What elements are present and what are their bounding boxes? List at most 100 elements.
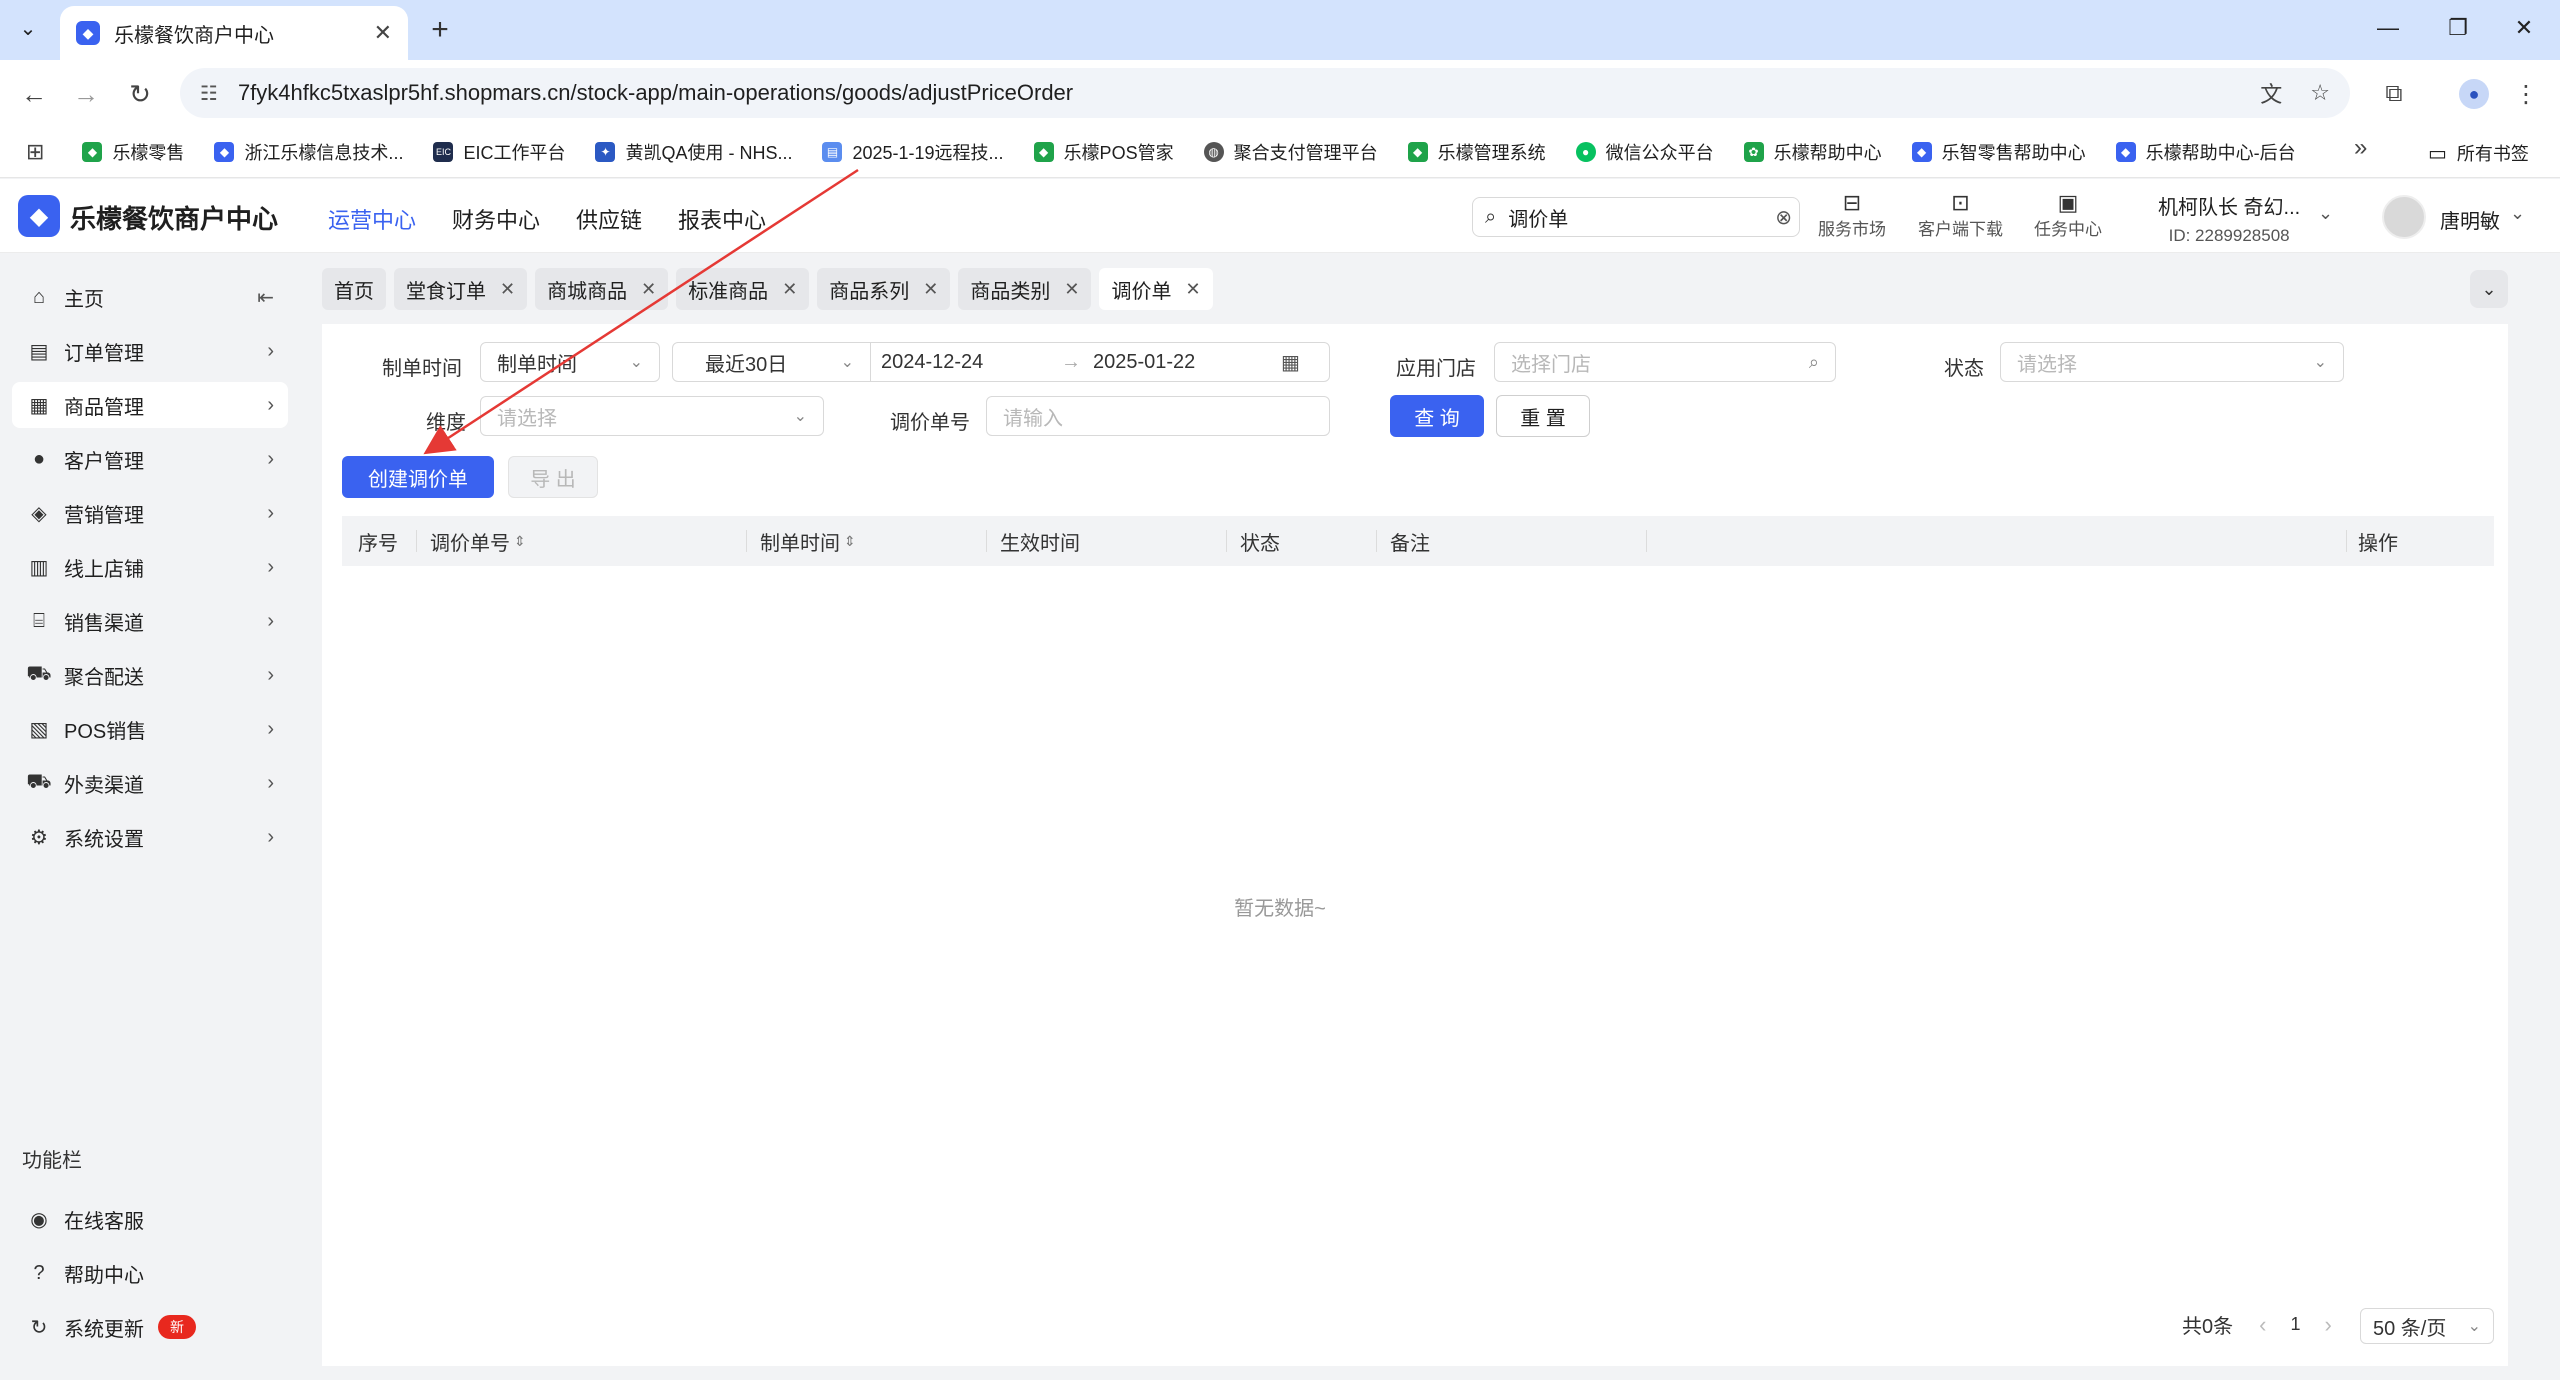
sidebar-item-online-store[interactable]: ▥ 线上店铺 › [12, 544, 288, 590]
sidebar-item-takeaway[interactable]: ⛟ 外卖渠道 › [12, 760, 288, 806]
tabs-menu-chevron-icon[interactable]: ⌄ [2470, 270, 2508, 308]
bookmark-6[interactable]: ◍ 聚合支付管理平台 [1203, 139, 1378, 165]
delivery-icon: ⛟ [26, 770, 52, 793]
sidebar-item-settings[interactable]: ⚙ 系统设置 › [12, 814, 288, 860]
topnav-reports[interactable]: 报表中心 [678, 203, 766, 235]
tab-search-chevron-icon[interactable]: ⌄ [10, 10, 46, 46]
username[interactable]: 唐明敏 [2440, 205, 2500, 234]
profile-icon[interactable]: ● [2454, 74, 2494, 114]
chevron-down-icon[interactable]: ⌄ [2510, 203, 2525, 224]
tab-standard-goods[interactable]: 标准商品 ✕ [676, 268, 810, 310]
topnav-operations[interactable]: 运营中心 [328, 203, 416, 235]
close-icon[interactable]: ✕ [641, 279, 656, 300]
back-arrow-icon[interactable]: ← [14, 74, 54, 114]
bookmark-star-icon[interactable]: ☆ [2310, 80, 2330, 106]
menu-search-input[interactable] [1506, 204, 1776, 230]
tab-dine-in-orders[interactable]: 堂食订单 ✕ [394, 268, 528, 310]
tab-mall-goods[interactable]: 商城商品 ✕ [535, 268, 669, 310]
bookmark-2[interactable]: EIC EIC工作平台 [433, 139, 565, 165]
reset-button[interactable]: 重 置 [1496, 395, 1590, 437]
next-page-icon[interactable]: › [2324, 1312, 2331, 1338]
omnibox[interactable]: ☷ 7fyk4hfkc5txaslpr5hf.shopmars.cn/stock… [180, 68, 2350, 118]
sort-icon[interactable]: ⇕ [844, 533, 856, 550]
date-start[interactable]: 2024-12-24 [881, 351, 1061, 374]
sidebar-item-pos[interactable]: ▧ POS销售 › [12, 706, 288, 752]
sort-icon[interactable]: ⇕ [514, 533, 526, 550]
calendar-icon[interactable]: ▦ [1281, 350, 1300, 375]
bookmark-3[interactable]: ✦ 黄凯QA使用 - NHS... [595, 139, 792, 165]
create-time-type-select[interactable]: 制单时间 ⌄ [480, 342, 660, 382]
tab-goods-category[interactable]: 商品类别 ✕ [958, 268, 1092, 310]
sidebar-item-delivery[interactable]: ⛟ 聚合配送 › [12, 652, 288, 698]
close-icon[interactable]: ✕ [1185, 279, 1200, 300]
task-center-button[interactable]: ▣ 任务中心 [2034, 191, 2102, 240]
store-select[interactable]: 选择门店 ⌕ [1494, 342, 1836, 382]
close-icon[interactable]: ✕ [500, 279, 515, 300]
sidebar-item-sales-channels[interactable]: ⌸ 销售渠道 › [12, 598, 288, 644]
order-no-input[interactable]: 请输入 [986, 396, 1330, 436]
tab-price-adjust[interactable]: 调价单 ✕ [1099, 268, 1213, 310]
sidebar-item-customers[interactable]: ● 客户管理 › [12, 436, 288, 482]
url-text[interactable]: 7fyk4hfkc5txaslpr5hf.shopmars.cn/stock-a… [238, 80, 2232, 106]
close-icon[interactable]: ✕ [374, 20, 392, 46]
chevron-down-icon[interactable]: ⌄ [2318, 203, 2333, 224]
prev-page-icon[interactable]: ‹ [2259, 1312, 2266, 1338]
bookmark-11[interactable]: ◆ 乐檬帮助中心-后台 [2115, 139, 2296, 165]
avatar[interactable] [2382, 195, 2426, 239]
close-icon[interactable]: ✕ [923, 279, 938, 300]
service-market-button[interactable]: ⊟ 服务市场 [1818, 191, 1886, 240]
sidebar-item-home[interactable]: ⌂ 主页 ⇤ [12, 274, 288, 320]
query-button[interactable]: 查 询 [1390, 395, 1484, 437]
bookmark-9[interactable]: ✿ 乐檬帮助中心 [1743, 139, 1882, 165]
reload-icon[interactable]: ↻ [120, 74, 160, 114]
collapse-sidebar-icon[interactable]: ⇤ [257, 285, 274, 310]
close-icon[interactable]: ✕ [782, 279, 797, 300]
menu-search-box[interactable]: ⌕ ⊗ [1472, 197, 1800, 237]
bookmark-4[interactable]: ▤ 2025-1-19远程技... [822, 139, 1004, 165]
date-range-picker[interactable]: 最近30日 ⌄ 2024-12-24 → 2025-01-22 ▦ [672, 342, 1330, 382]
topnav-finance[interactable]: 财务中心 [452, 203, 540, 235]
window-close-icon[interactable]: ✕ [2494, 8, 2554, 48]
translate-icon[interactable]: 文 [2260, 77, 2282, 109]
bookmark-0[interactable]: ◆ 乐檬零售 [82, 139, 184, 165]
sidebar-item-orders[interactable]: ▤ 订单管理 › [12, 328, 288, 374]
dimension-select[interactable]: 请选择 ⌄ [480, 396, 824, 436]
extensions-icon[interactable]: ⧉ [2374, 74, 2414, 114]
tab-goods-series[interactable]: 商品系列 ✕ [817, 268, 951, 310]
sidebar-item-help[interactable]: ? 帮助中心 [12, 1250, 288, 1296]
bookmark-5[interactable]: ◆ 乐檬POS管家 [1033, 139, 1174, 165]
date-end[interactable]: 2025-01-22 [1093, 351, 1273, 374]
bookmark-8[interactable]: ● 微信公众平台 [1575, 139, 1714, 165]
close-icon[interactable]: ✕ [1064, 279, 1079, 300]
new-tab-plus-icon[interactable]: + [422, 12, 458, 48]
minimize-icon[interactable]: — [2358, 8, 2418, 48]
col-create-time[interactable]: 制单时间 ⇕ [760, 516, 856, 566]
sidebar-item-goods[interactable]: ▦ 商品管理 › [12, 382, 288, 428]
more-bookmarks-icon[interactable]: » [2354, 134, 2367, 162]
page-size-select[interactable]: 50 条/页 ⌄ [2360, 1308, 2494, 1344]
clear-search-icon[interactable]: ⊗ [1775, 205, 1792, 230]
page-number[interactable]: 1 [2290, 1314, 2300, 1335]
sidebar-item-marketing[interactable]: ◈ 营销管理 › [12, 490, 288, 536]
bookmark-7[interactable]: ◆ 乐檬管理系统 [1407, 139, 1546, 165]
forward-arrow-icon[interactable]: → [66, 74, 106, 114]
client-download-button[interactable]: ⊡ 客户端下载 [1918, 191, 2003, 240]
tab-home[interactable]: 首页 [322, 268, 386, 310]
bookmark-1[interactable]: ◆ 浙江乐檬信息技术... [214, 139, 403, 165]
all-bookmarks[interactable]: ▭ 所有书签 [2428, 140, 2529, 166]
export-button[interactable]: 导 出 [508, 456, 598, 498]
browser-menu-icon[interactable]: ⋮ [2506, 74, 2546, 114]
sidebar-item-online-support[interactable]: ◉ 在线客服 [12, 1196, 288, 1242]
topnav-supply[interactable]: 供应链 [576, 203, 642, 235]
browser-tab-active[interactable]: ◆ 乐檬餐饮商户中心 ✕ [60, 6, 408, 60]
sidebar-item-system-update[interactable]: ↻ 系统更新 新 [12, 1304, 288, 1350]
create-price-adjust-button[interactable]: 创建调价单 [342, 456, 494, 498]
site-info-icon[interactable]: ☷ [200, 81, 218, 106]
status-select[interactable]: 请选择 ⌄ [2000, 342, 2344, 382]
bookmark-10[interactable]: ◆ 乐智零售帮助中心 [1911, 139, 2086, 165]
apps-grid-icon[interactable]: ⊞ [26, 139, 44, 165]
col-order-no[interactable]: 调价单号 ⇕ [430, 516, 526, 566]
restore-icon[interactable]: ❐ [2428, 8, 2488, 48]
org-switcher[interactable]: 机柯队长 奇幻... ID: 2289928508 [2158, 191, 2300, 246]
range-preset-select[interactable]: 最近30日 ⌄ [673, 343, 871, 381]
